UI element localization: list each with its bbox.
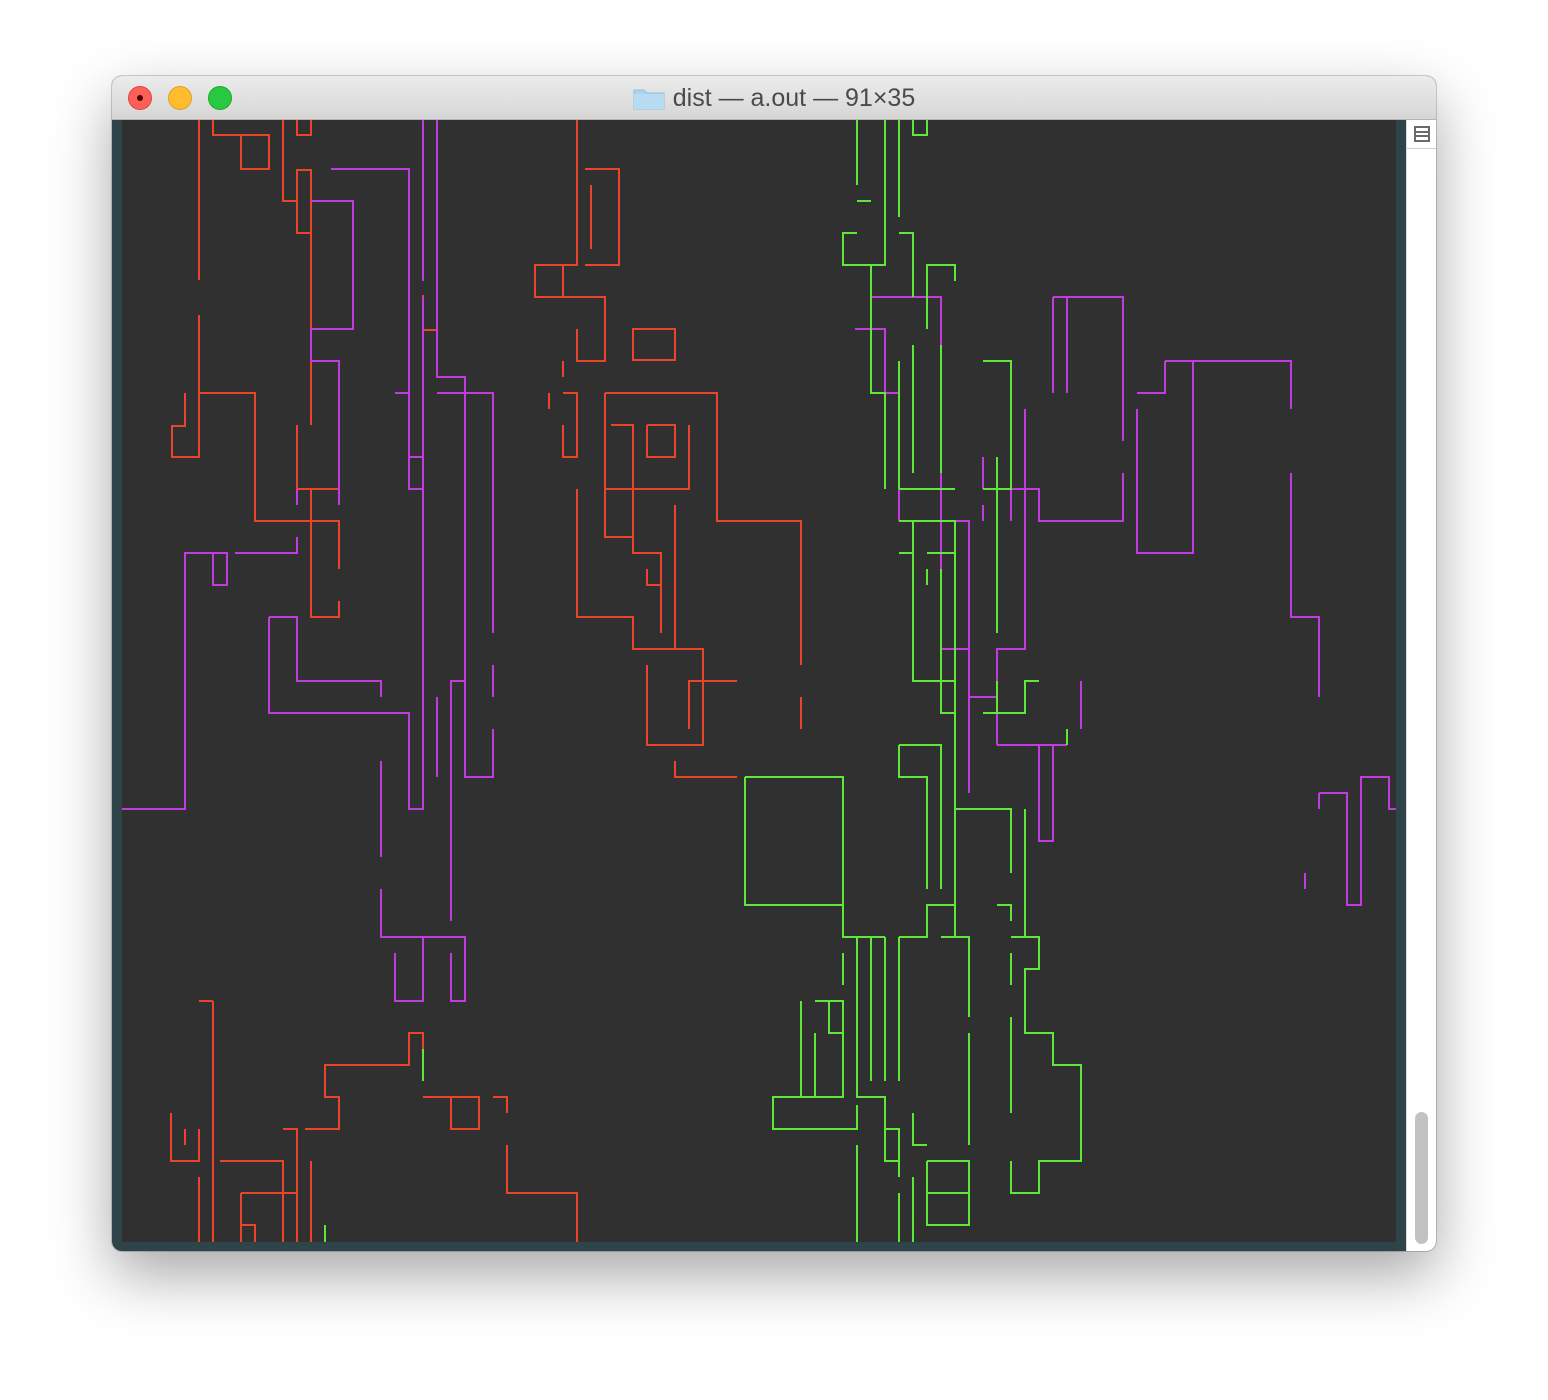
- split-pane-button[interactable]: [1407, 120, 1436, 149]
- pipes-animation-canvas: [122, 120, 1396, 1242]
- title-bar[interactable]: dist — a.out — 91×35: [112, 76, 1436, 120]
- window-title-area: dist — a.out — 91×35: [112, 76, 1436, 120]
- purple-pipe-lines: [122, 120, 1396, 1002]
- red-pipe-lines: [170, 120, 802, 1242]
- scroll-thumb[interactable]: [1415, 1112, 1428, 1244]
- terminal-content[interactable]: [122, 120, 1396, 1242]
- folder-icon: [633, 86, 665, 110]
- terminal-window: dist — a.out — 91×35: [112, 76, 1436, 1251]
- window-title: dist — a.out — 91×35: [672, 83, 916, 112]
- vertical-scrollbar[interactable]: [1406, 120, 1436, 1251]
- split-pane-icon: [1413, 126, 1430, 142]
